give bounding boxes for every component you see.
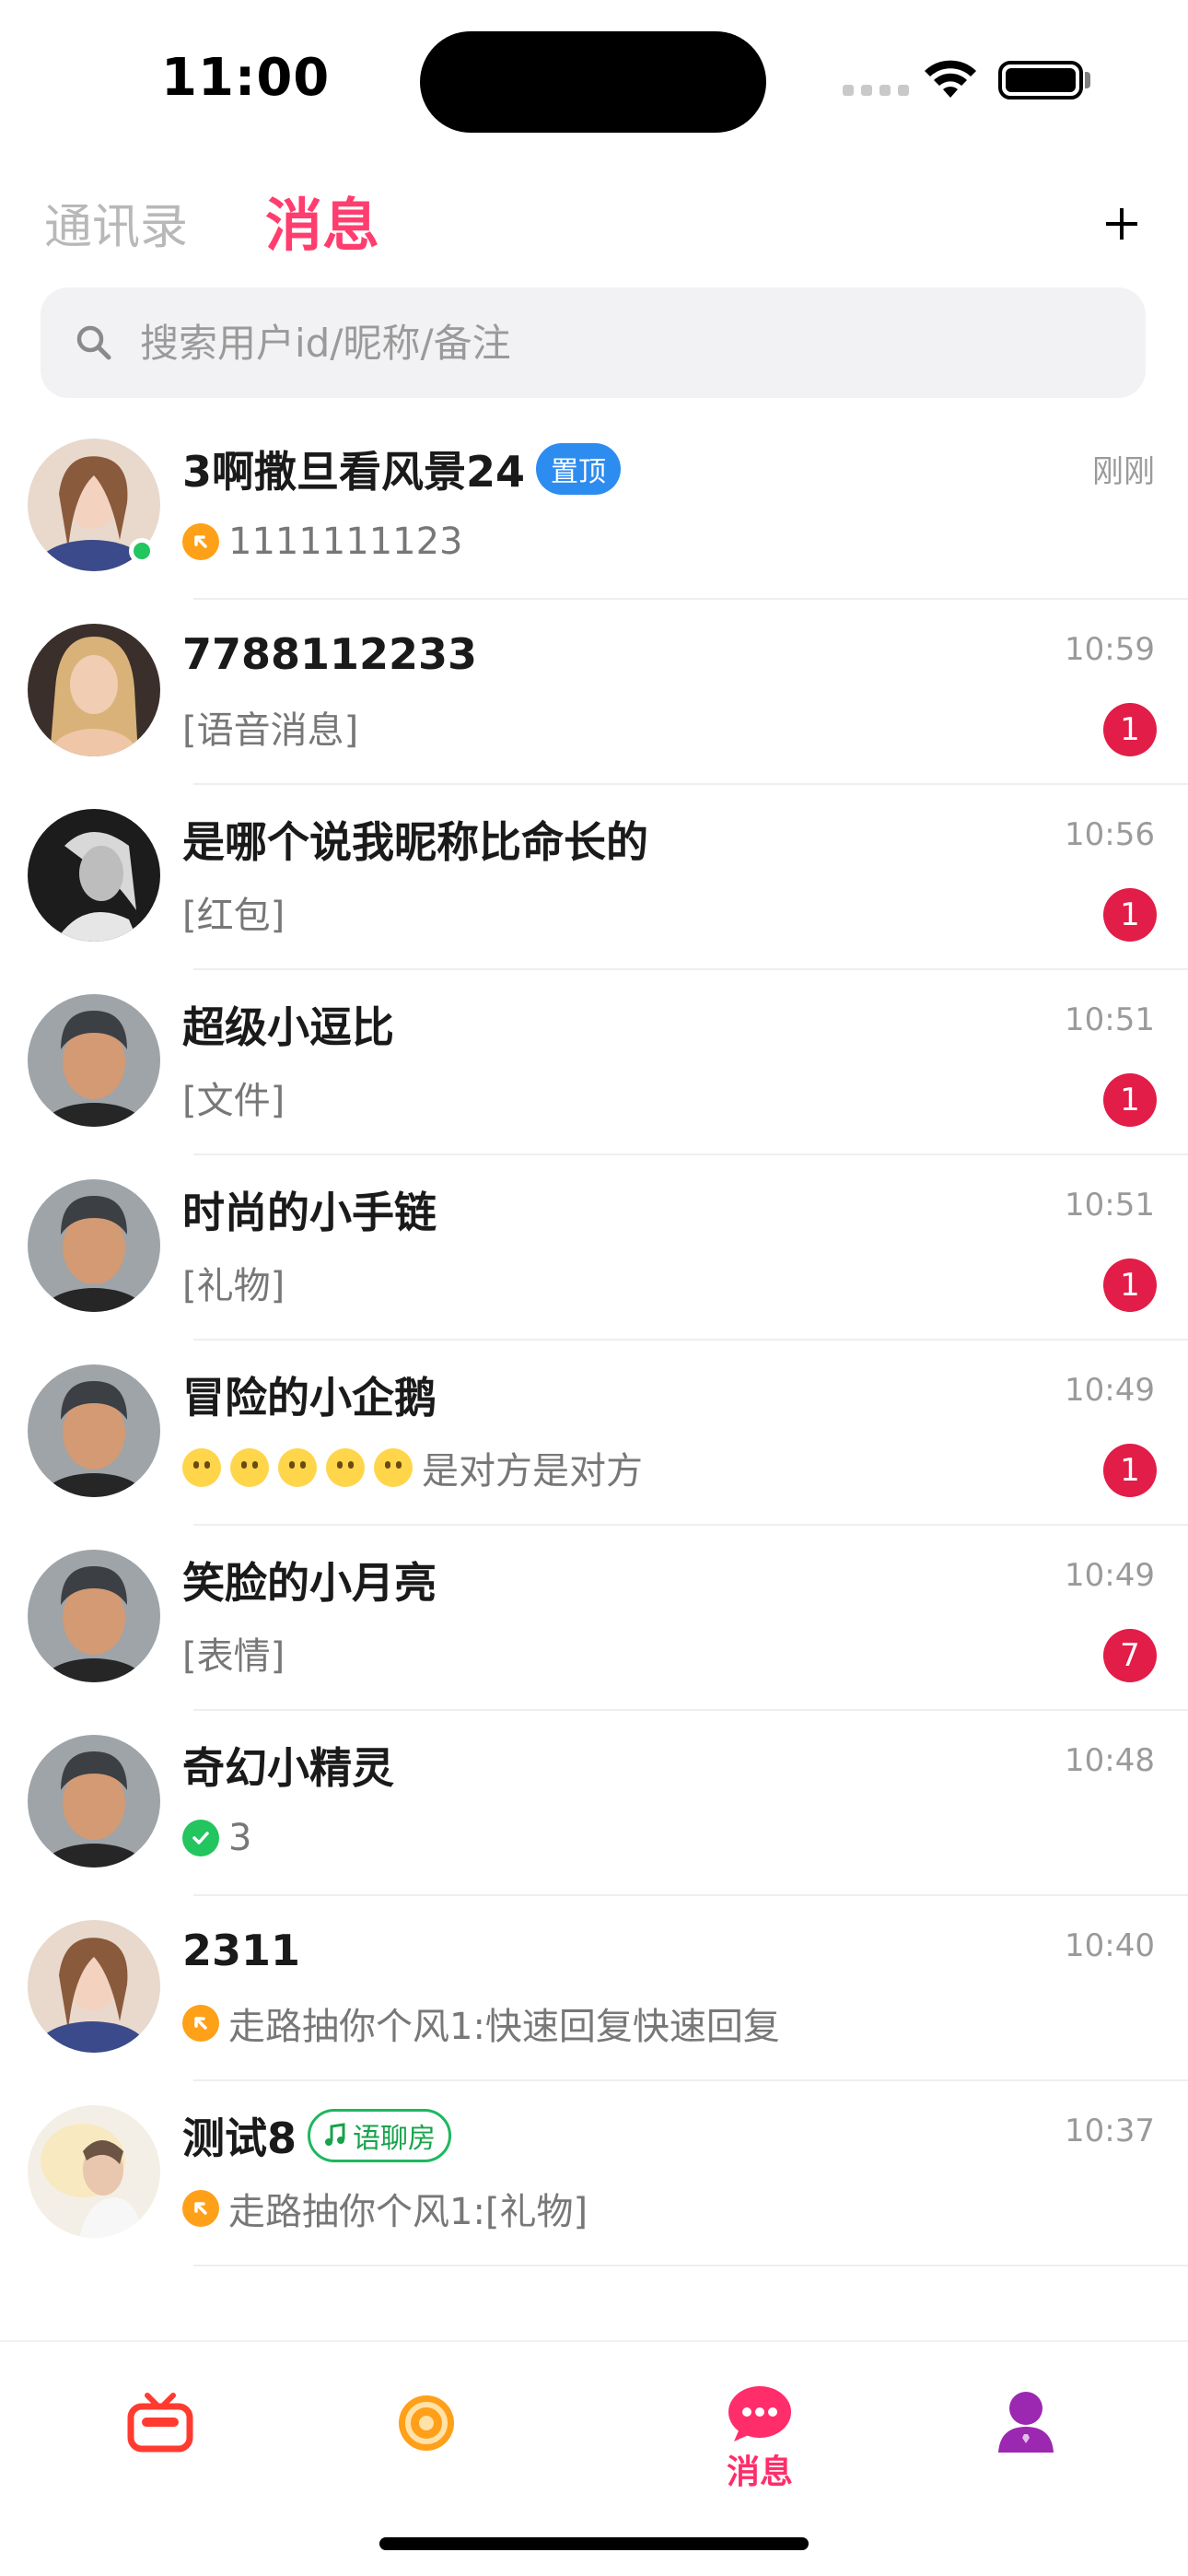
online-status-dot bbox=[129, 538, 155, 564]
profile-icon bbox=[998, 2392, 1054, 2453]
conversation-row[interactable]: 2311 10:40 走路抽你个风1:快速回复快速回复 bbox=[0, 1896, 1188, 2081]
pinned-badge: 置顶 bbox=[536, 443, 622, 495]
emoji-icon bbox=[182, 1448, 221, 1487]
voice-room-badge: 语聊房 bbox=[308, 2109, 452, 2162]
avatar[interactable] bbox=[28, 624, 160, 756]
orange-arrow-icon bbox=[182, 523, 219, 560]
tab-contacts[interactable]: 通讯录 bbox=[44, 188, 188, 257]
conversation-row[interactable]: 是哪个说我昵称比命长的 10:56 [红包] 1 bbox=[0, 785, 1188, 970]
contact-name: 笑脸的小月亮 bbox=[182, 1558, 437, 1608]
unread-badge: 7 bbox=[1103, 1629, 1157, 1682]
message-preview: 3 bbox=[228, 1817, 252, 1859]
conversation-row[interactable]: 冒险的小企鹅 10:49 是对方是对方 1 bbox=[0, 1341, 1188, 1526]
timestamp: 10:49 bbox=[1065, 1557, 1155, 1594]
message-preview: 1111111123 bbox=[228, 521, 463, 563]
add-button[interactable] bbox=[1094, 195, 1149, 251]
tab-discover[interactable] bbox=[371, 2384, 482, 2495]
message-preview: [表情] bbox=[182, 1635, 285, 1678]
unread-badge: 1 bbox=[1103, 703, 1157, 756]
chat-bubble-icon bbox=[728, 2386, 791, 2441]
divider bbox=[193, 2265, 1188, 2266]
timestamp: 10:51 bbox=[1065, 1187, 1155, 1224]
unread-badge: 1 bbox=[1103, 1073, 1157, 1127]
orange-arrow-icon bbox=[182, 2190, 219, 2227]
contact-name: 2311 bbox=[182, 1926, 301, 1975]
tab-messages-nav[interactable]: 消息 bbox=[705, 2384, 815, 2495]
emoji-icon bbox=[326, 1448, 365, 1487]
emoji-icon bbox=[374, 1448, 413, 1487]
tab-live[interactable] bbox=[105, 2384, 215, 2495]
conversation-row[interactable]: 奇幻小精灵 10:48 3 bbox=[0, 1711, 1188, 1896]
battery-tip bbox=[1085, 72, 1090, 88]
avatar[interactable] bbox=[28, 1735, 160, 1868]
conversation-row[interactable]: 时尚的小手链 10:51 [礼物] 1 bbox=[0, 1155, 1188, 1341]
message-preview: 走路抽你个风1:快速回复快速回复 bbox=[228, 2006, 780, 2048]
unread-badge: 1 bbox=[1103, 1259, 1157, 1312]
contact-name: 时尚的小手链 bbox=[182, 1188, 437, 1237]
status-time: 11:00 bbox=[161, 48, 331, 108]
avatar[interactable] bbox=[28, 2105, 160, 2238]
contact-name: 奇幻小精灵 bbox=[182, 1743, 394, 1793]
tab-messages-label: 消息 bbox=[726, 2453, 793, 2491]
emoji-icon bbox=[230, 1448, 269, 1487]
orange-arrow-icon bbox=[182, 2005, 219, 2042]
conversation-list: 3啊撒旦看风景24 置顶 刚刚 1111111123 7788112233 10… bbox=[0, 415, 1188, 2266]
timestamp: 10:40 bbox=[1065, 1927, 1155, 1964]
green-check-icon bbox=[182, 1820, 219, 1856]
contact-name: 冒险的小企鹅 bbox=[182, 1373, 437, 1423]
timestamp: 10:59 bbox=[1065, 631, 1155, 668]
timestamp: 10:51 bbox=[1065, 1001, 1155, 1038]
search-input[interactable] bbox=[140, 310, 1107, 376]
search-icon bbox=[76, 325, 111, 360]
avatar[interactable] bbox=[28, 1920, 160, 2053]
home-indicator bbox=[379, 2537, 809, 2550]
contact-name: 7788112233 bbox=[182, 629, 478, 679]
message-preview: [语音消息] bbox=[182, 709, 359, 752]
avatar[interactable] bbox=[28, 1364, 160, 1497]
battery-icon bbox=[998, 61, 1083, 100]
contact-name: 超级小逗比 bbox=[182, 1002, 394, 1052]
avatar[interactable] bbox=[28, 994, 160, 1127]
conversation-row[interactable]: 3啊撒旦看风景24 置顶 刚刚 1111111123 bbox=[0, 415, 1188, 600]
conversation-row[interactable]: 7788112233 10:59 [语音消息] 1 bbox=[0, 600, 1188, 785]
search-bar[interactable] bbox=[41, 287, 1146, 398]
cellular-signal-icon bbox=[843, 85, 909, 96]
timestamp: 10:49 bbox=[1065, 1372, 1155, 1409]
unread-badge: 1 bbox=[1103, 888, 1157, 942]
message-preview: [礼物] bbox=[182, 1265, 285, 1307]
discover-icon bbox=[399, 2395, 454, 2451]
voice-room-label: 语聊房 bbox=[353, 2123, 437, 2155]
emoji-icon bbox=[278, 1448, 317, 1487]
contact-name: 测试8 bbox=[182, 2113, 297, 2163]
message-preview: 走路抽你个风1:[礼物] bbox=[228, 2191, 588, 2233]
message-preview: [文件] bbox=[182, 1080, 285, 1122]
unread-badge: 1 bbox=[1103, 1444, 1157, 1497]
music-note-icon bbox=[325, 2123, 345, 2146]
dynamic-island bbox=[420, 31, 766, 133]
tab-profile[interactable] bbox=[971, 2384, 1081, 2495]
conversation-row[interactable]: 笑脸的小月亮 10:49 [表情] 7 bbox=[0, 1526, 1188, 1711]
tv-icon bbox=[127, 2393, 193, 2453]
message-preview: [红包] bbox=[182, 895, 285, 937]
timestamp: 10:48 bbox=[1065, 1742, 1155, 1779]
conversation-row[interactable]: 测试8 语聊房 10:37 走路抽你个风1:[礼物] bbox=[0, 2081, 1188, 2266]
status-bar: 11:00 bbox=[0, 0, 1188, 157]
avatar[interactable] bbox=[28, 809, 160, 942]
timestamp: 10:37 bbox=[1065, 2113, 1155, 2149]
timestamp: 刚刚 bbox=[1092, 453, 1155, 490]
timestamp: 10:56 bbox=[1065, 816, 1155, 853]
tab-messages[interactable]: 消息 bbox=[265, 179, 379, 262]
conversation-row[interactable]: 超级小逗比 10:51 [文件] 1 bbox=[0, 970, 1188, 1155]
avatar[interactable] bbox=[28, 1179, 160, 1312]
header: 通讯录 消息 bbox=[0, 175, 1188, 286]
contact-name: 是哪个说我昵称比命长的 bbox=[182, 817, 648, 867]
avatar[interactable] bbox=[28, 1550, 160, 1682]
wifi-icon bbox=[925, 60, 976, 98]
contact-name: 3啊撒旦看风景24 bbox=[182, 447, 526, 497]
message-preview: 是对方是对方 bbox=[422, 1450, 643, 1493]
